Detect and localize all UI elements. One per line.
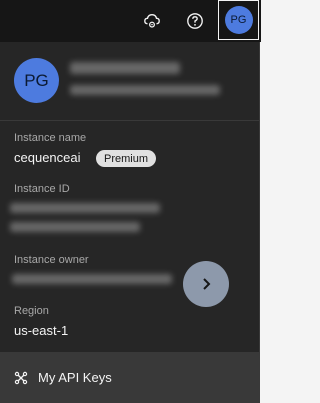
instance-id-redacted: [10, 222, 140, 232]
instance-owner-label: Instance owner: [14, 254, 89, 266]
top-header: PG: [0, 0, 261, 42]
profile-name-redacted: [70, 62, 180, 74]
next-button[interactable]: [183, 261, 229, 307]
user-menu-button[interactable]: PG: [218, 0, 259, 40]
api-keys-link[interactable]: My API Keys: [0, 352, 259, 403]
cloud-settings-button[interactable]: [131, 0, 173, 42]
chevron-right-icon: [203, 278, 211, 290]
avatar: PG: [224, 6, 253, 34]
region-value: us-east-1: [14, 323, 69, 338]
instance-id-label: Instance ID: [14, 183, 70, 195]
help-icon: [187, 13, 203, 29]
api-key-icon: [14, 370, 30, 386]
instance-id-redacted: [10, 203, 160, 213]
plan-badge: Premium: [96, 150, 157, 167]
instance-name-label: Instance name: [14, 132, 87, 144]
api-keys-label: My API Keys: [38, 370, 112, 385]
account-panel: PG Instance name cequenceai Premium Inst…: [0, 42, 260, 403]
profile-email-redacted: [70, 85, 220, 95]
instance-name-value: cequenceai: [14, 150, 81, 165]
instance-owner-redacted: [12, 274, 172, 284]
divider: [0, 120, 259, 121]
help-button[interactable]: [174, 0, 216, 42]
region-label: Region: [14, 305, 49, 317]
profile-avatar: PG: [14, 58, 59, 103]
cloud-settings-icon: [144, 14, 160, 28]
